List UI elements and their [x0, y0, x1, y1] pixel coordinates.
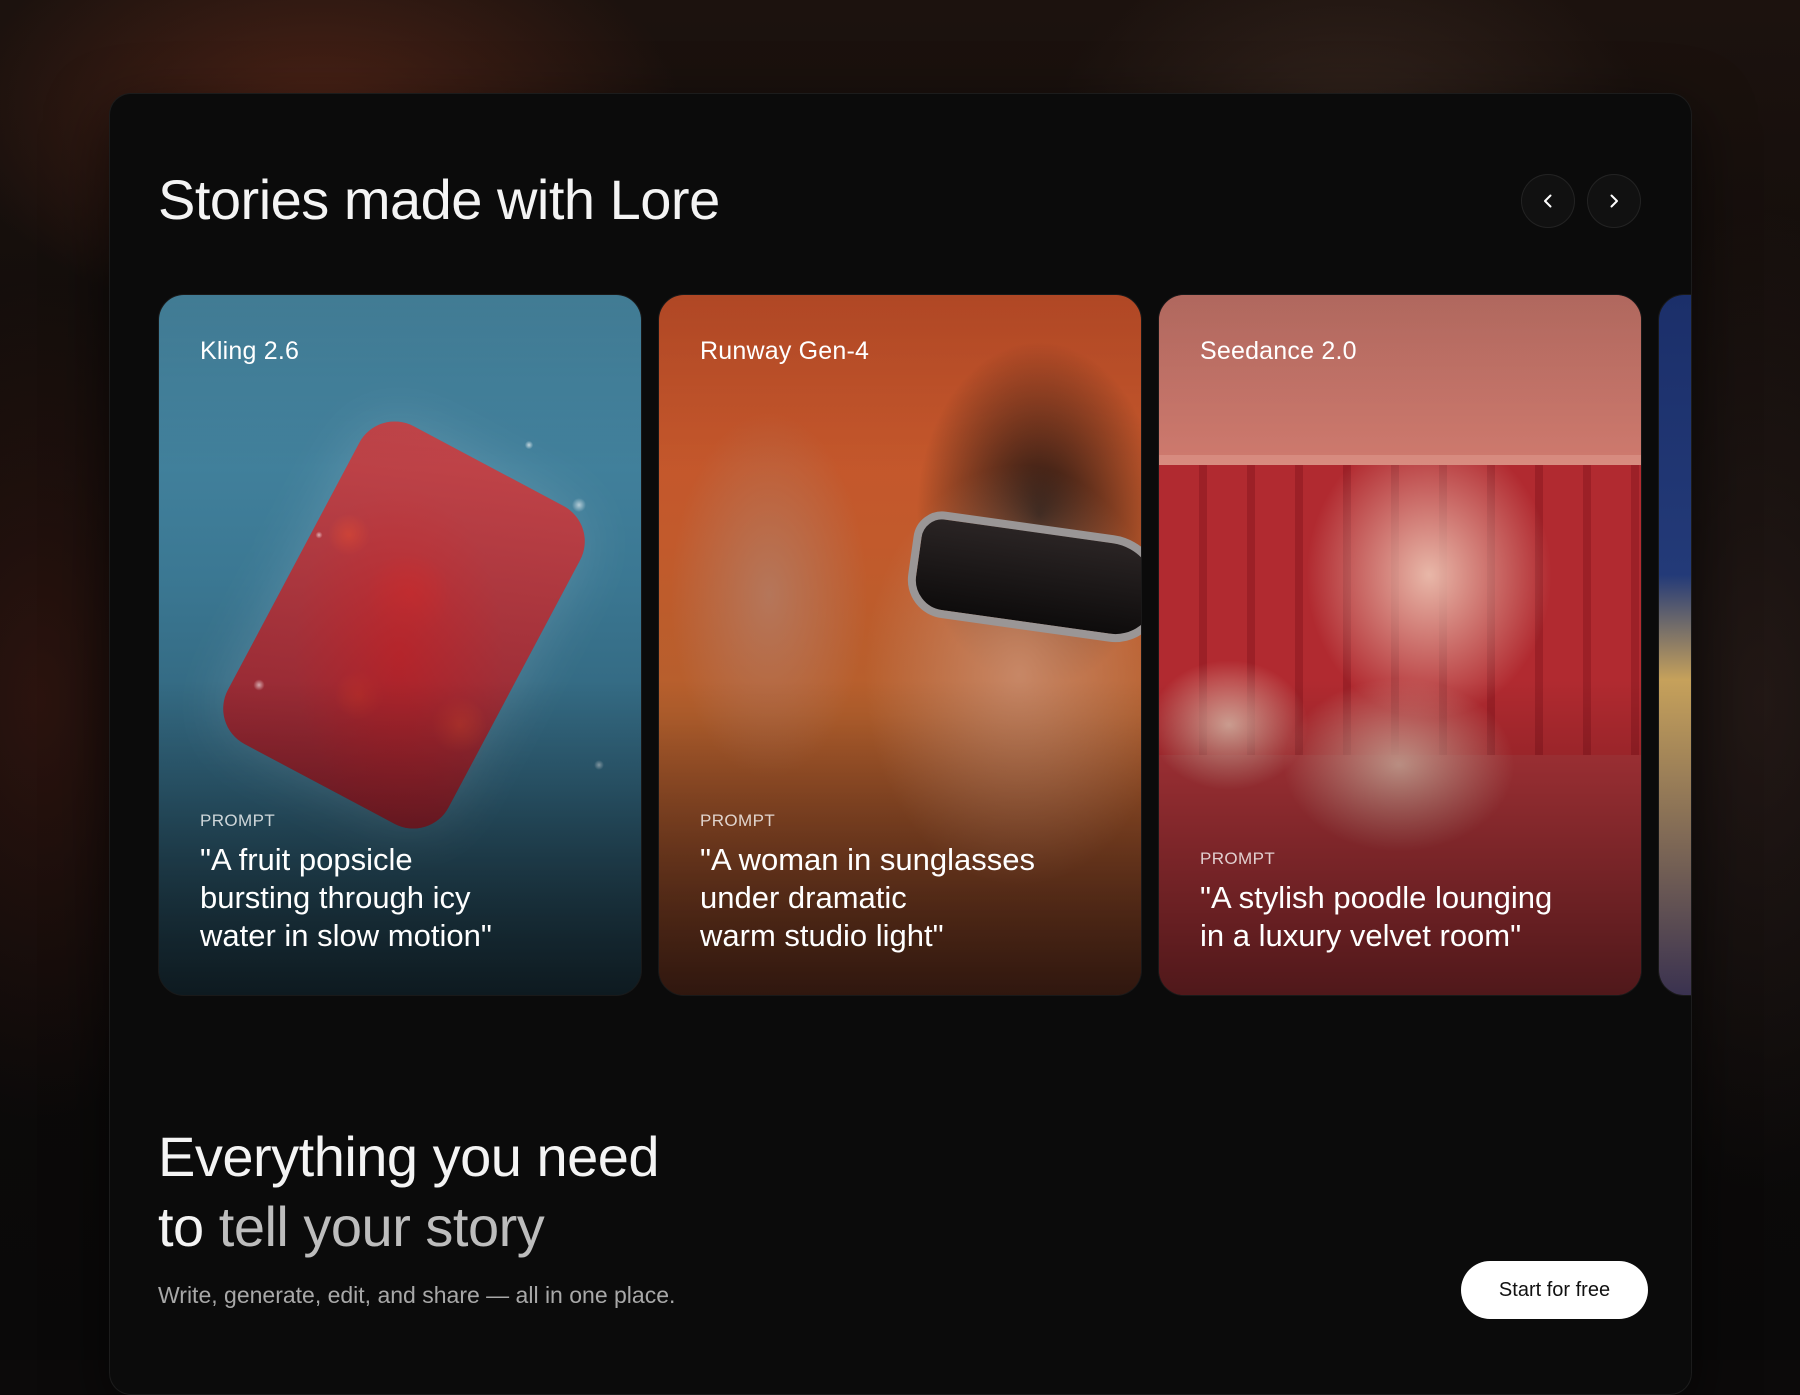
- prompt-text: "A woman in sunglasses under dramatic wa…: [700, 842, 1035, 953]
- prompt-text: "A fruit popsicle bursting through icy w…: [200, 842, 492, 953]
- prompt-label: PROMPT: [200, 811, 276, 830]
- model-label: Runway Gen-4: [700, 337, 870, 365]
- chevron-left-icon: [1544, 194, 1552, 208]
- model-label: Kling 2.6: [200, 337, 300, 365]
- prompt-label: PROMPT: [700, 811, 776, 830]
- prompt-block: PROMPT "A woman in sunglasses under dram…: [700, 811, 1111, 955]
- headline-line1: Everything you need: [158, 1125, 660, 1188]
- prompt-block: PROMPT "A stylish poodle lounging in a l…: [1200, 849, 1611, 955]
- stories-panel: Stories made with Lore Kling 2.6 PROMPT …: [109, 93, 1692, 1395]
- carousel-next-button[interactable]: [1587, 174, 1641, 228]
- chevron-right-icon: [1610, 194, 1618, 208]
- prompt-text: "A stylish poodle lounging in a luxury v…: [1200, 880, 1553, 953]
- story-card-sunglasses[interactable]: Runway Gen-4 PROMPT "A woman in sunglass…: [658, 294, 1142, 996]
- story-card-popsicle[interactable]: Kling 2.6 PROMPT "A fruit popsicle burst…: [158, 294, 642, 996]
- model-label: Seedance 2.0: [1200, 337, 1357, 365]
- feature-subtext: Write, generate, edit, and share — all i…: [158, 1282, 676, 1308]
- section-title: Stories made with Lore: [158, 168, 720, 231]
- prompt-label: PROMPT: [1200, 849, 1276, 868]
- story-card-poodle[interactable]: Seedance 2.0 PROMPT "A stylish poodle lo…: [1158, 294, 1642, 996]
- prompt-block: PROMPT "A fruit popsicle bursting throug…: [200, 811, 611, 955]
- start-for-free-button[interactable]: Start for free: [1461, 1261, 1648, 1319]
- headline-to: to: [158, 1195, 219, 1258]
- stories-carousel: Kling 2.6 PROMPT "A fruit popsicle burst…: [158, 294, 1691, 999]
- headline-highlight: tell your story: [218, 1195, 545, 1258]
- partial-card-image: [1659, 295, 1691, 995]
- feature-headline: Everything you need to tell your story: [158, 1122, 660, 1262]
- carousel-prev-button[interactable]: [1521, 174, 1575, 228]
- story-card-partial[interactable]: [1658, 294, 1691, 996]
